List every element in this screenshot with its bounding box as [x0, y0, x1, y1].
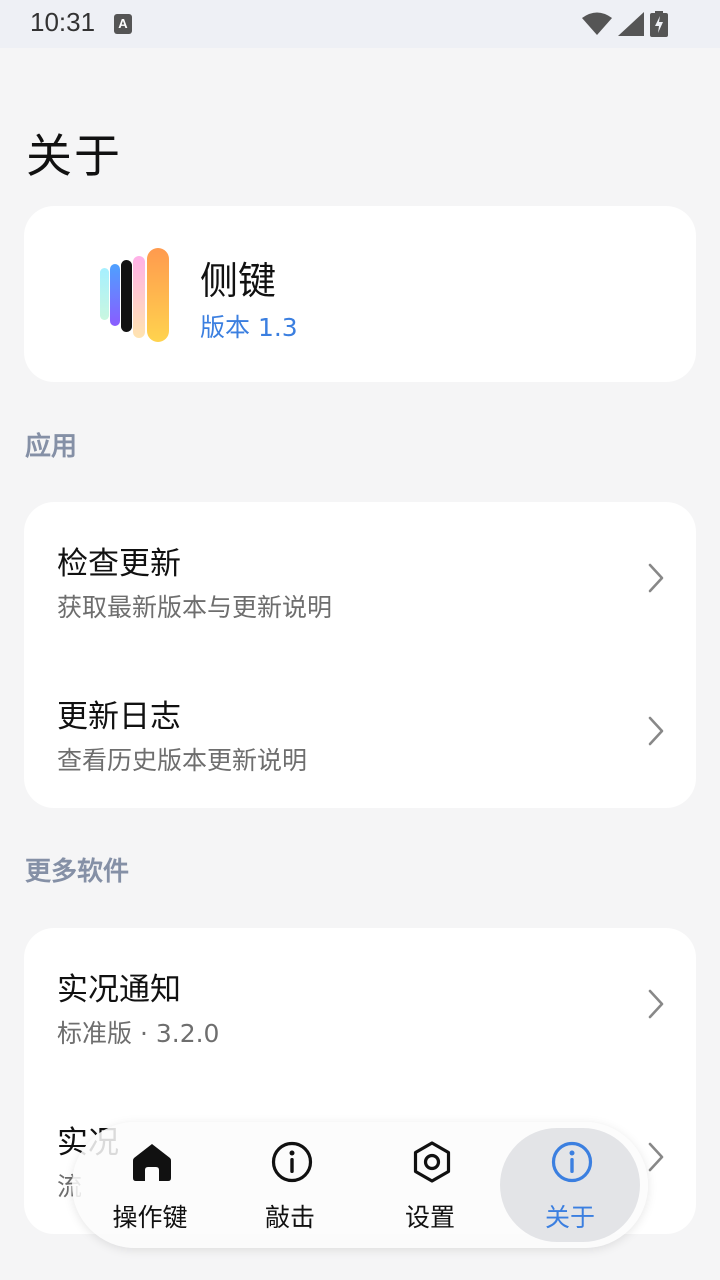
page-title: 关于 [26, 129, 122, 183]
chevron-right-icon [648, 1142, 664, 1172]
signal-icon [618, 12, 644, 36]
status-icons [582, 10, 668, 38]
app-settings-card: 检查更新 获取最新版本与更新说明 更新日志 查看历史版本更新说明 [24, 502, 696, 808]
row-title: 检查更新 [57, 546, 181, 582]
nav-label: 操作键 [112, 1203, 188, 1232]
home-icon [133, 1144, 171, 1181]
notification-app-icon: A [114, 14, 132, 34]
nav-item-about[interactable]: 关于 [500, 1122, 640, 1248]
status-time: 10:31 [30, 7, 96, 37]
app-version: 版本 1.3 [200, 313, 298, 342]
section-title-more: 更多软件 [25, 857, 130, 887]
nav-label: 敲击 [264, 1203, 315, 1232]
info-icon [551, 1141, 593, 1183]
nav-label: 设置 [404, 1203, 455, 1232]
row-subtitle: 标准版 · 3.2.0 [57, 1019, 220, 1048]
bottom-nav: 操作键 敲击 设置 关于 [72, 1122, 648, 1248]
app-info-card: 侧键 版本 1.3 [24, 206, 696, 382]
nav-item-settings[interactable]: 设置 [360, 1122, 500, 1248]
nav-label: 关于 [544, 1203, 595, 1232]
chevron-right-icon [648, 563, 664, 593]
row-title: 实况通知 [57, 972, 181, 1008]
info-icon [271, 1141, 313, 1183]
settings-hex-icon [413, 1141, 451, 1183]
chevron-right-icon [648, 989, 664, 1019]
battery-charging-icon [650, 11, 668, 37]
row-subtitle: 查看历史版本更新说明 [57, 746, 308, 775]
row-subtitle: 获取最新版本与更新说明 [57, 593, 333, 622]
nav-item-tap[interactable]: 敲击 [220, 1122, 360, 1248]
app-name: 侧键 [200, 259, 277, 303]
changelog-row[interactable]: 更新日志 查看历史版本更新说明 [24, 655, 696, 807]
wifi-icon [582, 12, 612, 35]
check-update-row[interactable]: 检查更新 获取最新版本与更新说明 [24, 502, 696, 654]
status-bar: 10:31 A [0, 0, 720, 48]
section-title-app: 应用 [25, 432, 78, 462]
chevron-right-icon [648, 716, 664, 746]
nav-item-operation-keys[interactable]: 操作键 [80, 1122, 220, 1248]
app-logo [100, 248, 169, 342]
row-title: 更新日志 [57, 699, 181, 735]
live-notification-row[interactable]: 实况通知 标准版 · 3.2.0 [24, 928, 696, 1080]
